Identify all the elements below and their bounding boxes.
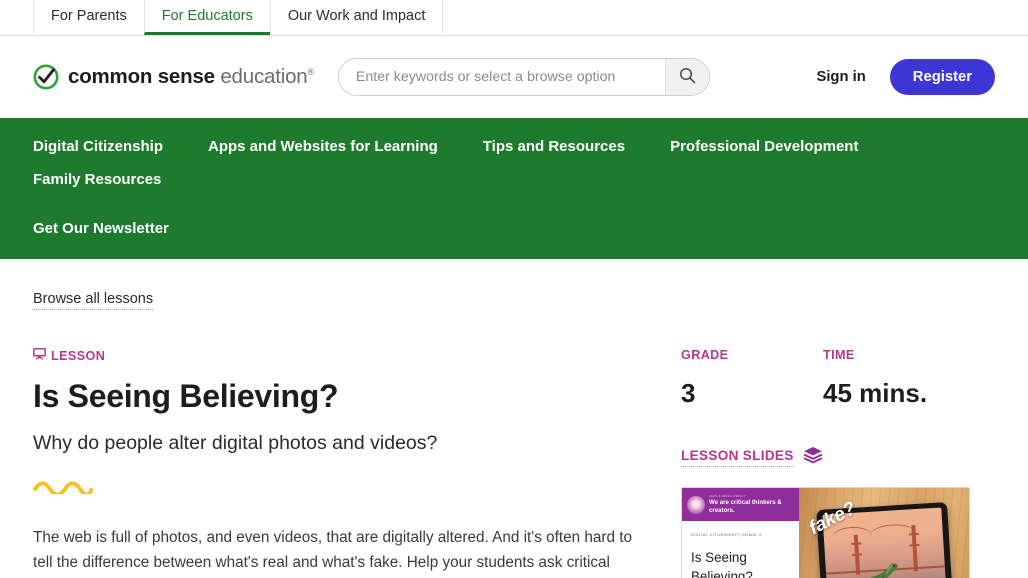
nav-item-digital-citizenship[interactable]: Digital Citizenship (33, 138, 163, 155)
site-header: common sense education® Sign in Register (0, 36, 1028, 118)
logo-light-text: education (220, 65, 308, 88)
grade-label: GRADE (681, 348, 729, 362)
time-label: TIME (823, 348, 855, 362)
nav-item-get-our-newsletter[interactable]: Get Our Newsletter (33, 220, 169, 237)
top-tab-bar: For Parents For Educators Our Work and I… (0, 0, 1028, 36)
presentation-board-icon (33, 348, 46, 363)
thumbnail-text-panel: NEWS & MEDIA LITERACY We are critical th… (682, 488, 799, 578)
lesson-slides-link[interactable]: LESSON SLIDES (681, 448, 794, 467)
bridge-tower-right (911, 525, 919, 572)
search-input[interactable] (338, 59, 665, 95)
tab-for-educators[interactable]: For Educators (143, 0, 270, 35)
thumbnail-badge-bar: NEWS & MEDIA LITERACY We are critical th… (682, 488, 799, 521)
description-part-one: The web is full of photos, and even vide… (33, 529, 633, 571)
nav-item-professional-development[interactable]: Professional Development (670, 138, 858, 155)
nav-item-family-resources[interactable]: Family Resources (33, 171, 161, 188)
trademark-mark: ® (307, 67, 314, 78)
tab-label: Our Work and Impact (287, 8, 426, 24)
main-content: Browse all lessons LESSON Is Seeing Beli… (0, 259, 1028, 578)
badge-text-group: NEWS & MEDIA LITERACY We are critical th… (709, 495, 794, 514)
site-logo[interactable]: common sense education® (33, 64, 314, 90)
lesson-detail-column: LESSON Is Seeing Believing? Why do peopl… (33, 348, 633, 578)
tab-label: For Educators (161, 8, 253, 24)
content-type-eyebrow: LESSON (33, 348, 633, 363)
search-button[interactable] (664, 59, 709, 95)
logo-bold-text: common sense (68, 65, 215, 88)
thumbnail-kicker: DIGITAL CITIZENSHIP | GRADE 3 (691, 532, 762, 537)
logo-wordmark: common sense education® (68, 65, 314, 89)
time-value: 45 mins. (823, 378, 928, 408)
lesson-meta-column: GRADE 3 TIME 45 mins. LESSON SLIDES NEWS… (681, 348, 995, 578)
thumbnail-body: DIGITAL CITIZENSHIP | GRADE 3 Is Seeing … (682, 521, 799, 578)
sign-in-link[interactable]: Sign in (816, 69, 865, 85)
breadcrumb-browse-all-lessons[interactable]: Browse all lessons (33, 291, 154, 310)
badge-statement: We are critical thinkers & creators. (709, 498, 782, 514)
thumbnail-title: Is Seeing Believing? (691, 550, 753, 578)
lesson-slides-thumbnail[interactable]: NEWS & MEDIA LITERACY We are critical th… (681, 487, 970, 578)
dinosaur-image (845, 563, 898, 578)
eyebrow-label: LESSON (51, 348, 106, 363)
layers-stack-icon (803, 446, 823, 469)
page-title: Is Seeing Believing? (33, 378, 339, 414)
award-badge-icon (687, 495, 705, 514)
tab-for-parents[interactable]: For Parents (33, 0, 144, 35)
tab-label: For Parents (51, 8, 127, 24)
check-circle-icon (33, 64, 59, 90)
time-meta: TIME 45 mins. (823, 348, 965, 409)
header-actions: Sign in Register (816, 59, 995, 95)
thumbnail-photo: fake? ! real? (799, 488, 969, 578)
content-columns: LESSON Is Seeing Believing? Why do peopl… (33, 348, 995, 578)
meta-row: GRADE 3 TIME 45 mins. (681, 348, 995, 409)
register-button[interactable]: Register (889, 59, 995, 95)
lesson-description: The web is full of photos, and even vide… (33, 526, 633, 578)
primary-navigation: Digital Citizenship Apps and Websites fo… (0, 118, 1028, 259)
search-icon (679, 67, 696, 87)
grade-meta: GRADE 3 (681, 348, 823, 409)
grade-value: 3 (681, 378, 696, 408)
nav-item-apps-and-websites[interactable]: Apps and Websites for Learning (208, 138, 438, 155)
lesson-subtitle: Why do people alter digital photos and v… (33, 432, 438, 454)
nav-item-tips-and-resources[interactable]: Tips and Resources (483, 138, 625, 155)
tab-our-work-and-impact[interactable]: Our Work and Impact (269, 0, 444, 35)
search-bar[interactable] (337, 58, 710, 96)
lesson-slides-header: LESSON SLIDES (681, 446, 995, 469)
wavy-divider-icon (33, 481, 633, 499)
